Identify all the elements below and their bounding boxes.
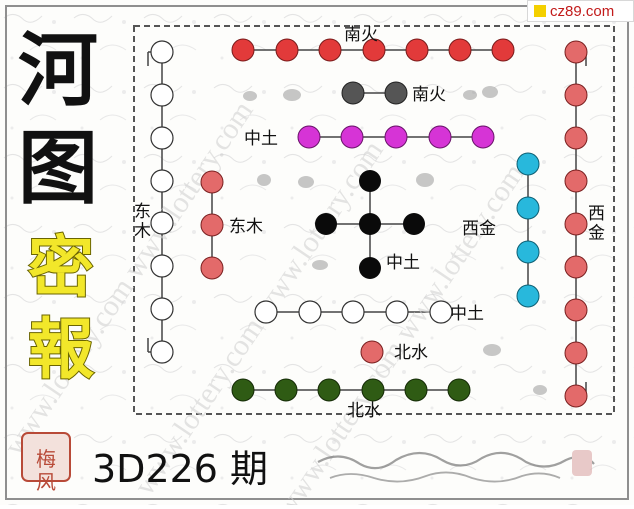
dot	[315, 213, 337, 235]
dot	[564, 298, 588, 322]
dot	[564, 212, 588, 236]
label-north-water-inner: 北水	[394, 343, 428, 363]
label-north-water-outer: 北水	[347, 401, 381, 421]
label-center-earth-3: 中土	[450, 304, 484, 324]
dot	[150, 83, 174, 107]
west-metal-outer-dots	[564, 40, 588, 408]
dot	[318, 38, 342, 62]
label-west-metal-outer: 西金	[588, 204, 605, 244]
dot	[340, 125, 364, 149]
dot	[448, 38, 472, 62]
dot	[564, 83, 588, 107]
dot	[359, 213, 381, 235]
site-logo-icon	[534, 5, 546, 17]
dot	[341, 300, 365, 324]
dot	[384, 125, 408, 149]
north-water-inner-dot	[360, 340, 384, 364]
dot	[150, 169, 174, 193]
dot	[516, 284, 540, 308]
label-center-earth-1: 中土	[244, 129, 278, 149]
dot	[150, 340, 174, 364]
vertical-label-char: 风	[36, 470, 56, 494]
dot	[564, 126, 588, 150]
label-east-wood-outer: 东木	[134, 202, 151, 242]
dot	[341, 81, 365, 105]
dot	[429, 300, 453, 324]
vertical-label-char: 东	[134, 202, 151, 222]
dot	[275, 38, 299, 62]
dot	[150, 40, 174, 64]
subtitle-char: 密	[28, 228, 94, 306]
subtitle-char: 報	[28, 310, 94, 388]
dot	[274, 378, 298, 402]
vertical-label-char: 木	[134, 222, 151, 242]
label-south-fire-top: 南火	[344, 25, 378, 45]
dot	[564, 40, 588, 64]
hetu-chart: www.lottery.com www.lottery.com www.lott…	[0, 0, 634, 509]
hetu-artwork: www.lottery.com www.lottery.com www.lott…	[0, 0, 634, 509]
site-tag[interactable]: cz89.com	[527, 0, 634, 22]
vertical-label-char: 金	[588, 224, 605, 244]
dot	[564, 384, 588, 408]
dot	[516, 240, 540, 264]
dot	[447, 378, 471, 402]
dot	[150, 254, 174, 278]
dot	[403, 213, 425, 235]
dot	[150, 126, 174, 150]
dot	[405, 38, 429, 62]
east-wood-inner-dots	[200, 170, 224, 280]
dot	[360, 340, 384, 364]
dot	[200, 213, 224, 237]
label-west-metal-inner: 西金	[462, 219, 496, 239]
vertical-label-char: 梅	[36, 447, 56, 471]
dot	[254, 300, 278, 324]
dot	[200, 256, 224, 280]
dot	[359, 170, 381, 192]
dot	[471, 125, 495, 149]
dot	[317, 378, 341, 402]
dot	[231, 378, 255, 402]
dot	[516, 152, 540, 176]
dot	[150, 297, 174, 321]
dot	[385, 300, 409, 324]
dot	[491, 38, 515, 62]
label-center-earth-2: 中土	[386, 253, 420, 273]
site-tag-text: cz89.com	[550, 2, 615, 20]
dot	[361, 378, 385, 402]
dot	[359, 257, 381, 279]
title-char: 图	[18, 121, 98, 215]
dot	[564, 255, 588, 279]
dot	[384, 81, 408, 105]
title-char: 河	[18, 23, 98, 117]
dot	[428, 125, 452, 149]
seal-text: 梅风	[36, 447, 56, 494]
dot	[564, 169, 588, 193]
dot	[404, 378, 428, 402]
dot	[150, 211, 174, 235]
dot	[200, 170, 224, 194]
dot	[564, 341, 588, 365]
label-south-fire-inner: 南火	[412, 85, 446, 105]
vertical-label-char: 西	[588, 204, 605, 224]
label-east-wood-inner: 东木	[229, 217, 263, 237]
footer-issue: 3D226 期	[92, 447, 268, 491]
dot	[231, 38, 255, 62]
dot	[516, 196, 540, 220]
dot	[298, 300, 322, 324]
dot	[297, 125, 321, 149]
